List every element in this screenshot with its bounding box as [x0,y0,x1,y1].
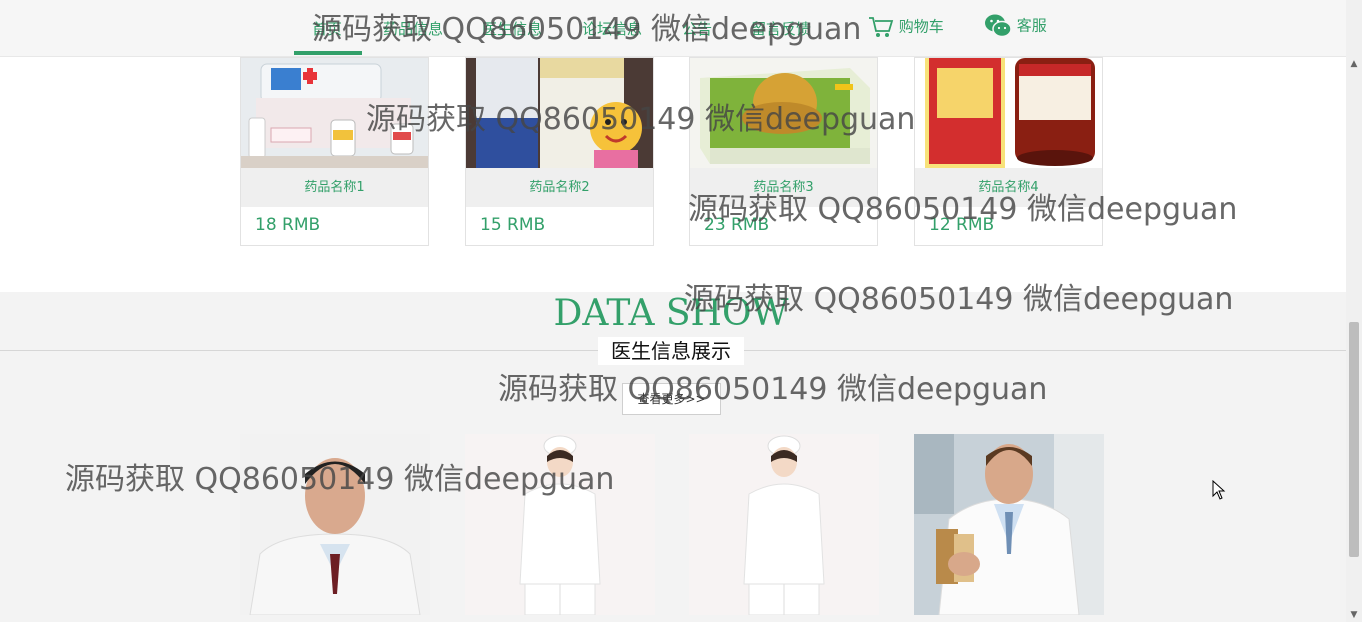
watermark: 源码获取 QQ86050149 微信deepguan [498,372,1048,407]
scrollbar-top-area [1346,0,1362,57]
product-name[interactable]: 药品名称1 [241,168,428,207]
product-name[interactable]: 药品名称2 [466,168,653,207]
cart-label: 购物车 [898,17,944,36]
service-label: 客服 [1016,16,1047,35]
nav-cart[interactable]: 购物车 [868,15,944,39]
nav-service[interactable]: 客服 [984,13,1047,39]
doctor-photo[interactable] [689,434,879,615]
scroll-down-arrow-icon[interactable]: ▼ [1346,608,1362,622]
product-card[interactable]: 药品名称1 18 RMB [240,57,429,246]
wechat-icon [985,14,1012,38]
scrollbar-thumb[interactable] [1349,322,1359,557]
nav-active-indicator [294,51,362,55]
product-price: 15 RMB [480,215,546,235]
cart-icon [869,17,894,37]
section-subtitle: 医生信息展示 [598,337,744,365]
watermark: 源码获取 QQ86050149 微信deepguan [684,282,1234,317]
vertical-scrollbar[interactable]: ▲ ▼ [1346,57,1362,622]
product-image[interactable] [915,58,1102,168]
product-section: 药品名称1 18 RMB 药品名称2 15 RMB 药品名称3 23 RMB 药… [0,57,1346,292]
doctor-photo[interactable] [914,434,1104,615]
scroll-up-arrow-icon[interactable]: ▲ [1346,57,1362,71]
watermark: 源码获取 QQ86050149 微信deepguan [688,192,1238,227]
product-price: 18 RMB [255,215,321,235]
watermark: 源码获取 QQ86050149 微信deepguan [65,462,615,497]
watermark: 源码获取 QQ86050149 微信deepguan [366,102,916,137]
watermark: 源码获取 QQ86050149 微信deepguan [312,12,862,47]
product-card[interactable]: 药品名称2 15 RMB [465,57,654,246]
mouse-cursor-icon [1212,480,1226,500]
